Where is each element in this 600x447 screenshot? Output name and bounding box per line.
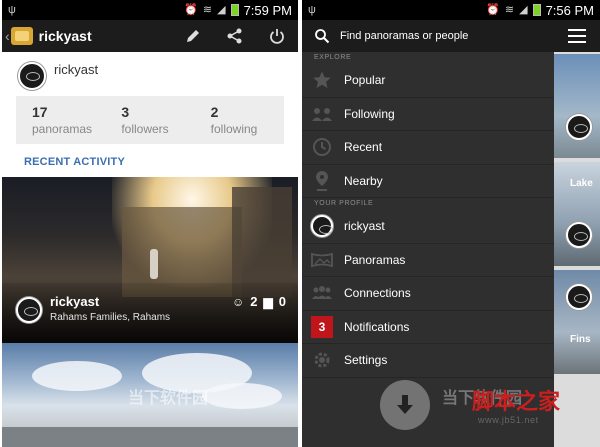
- profile-header: rickyast 17 panoramas 3 followers 2 foll…: [2, 52, 298, 177]
- connections-icon: [312, 286, 332, 300]
- comments-count: 0: [278, 294, 286, 309]
- stat-value: 3: [121, 104, 130, 120]
- up-navigation[interactable]: ‹: [2, 20, 33, 52]
- panorama-icon: [311, 252, 333, 267]
- alarm-icon: ⏰: [184, 3, 198, 16]
- menu-button[interactable]: [554, 20, 600, 52]
- activity-user: rickyast: [50, 294, 100, 309]
- nav-item-nearby[interactable]: Nearby: [302, 165, 554, 198]
- stat-panoramas[interactable]: 17 panoramas: [16, 96, 105, 144]
- tile-label: Fins: [570, 334, 591, 345]
- app-logo: [10, 27, 33, 45]
- power-icon: [270, 29, 284, 44]
- nav-label: Settings: [344, 353, 388, 368]
- signal-icon: ◢: [217, 3, 226, 16]
- nav-item-settings[interactable]: Settings: [302, 344, 554, 378]
- profile-name: rickyast: [54, 62, 99, 77]
- nav-item-profile[interactable]: rickyast: [302, 210, 554, 244]
- comment-icon[interactable]: ▆: [264, 295, 273, 309]
- section-title-recent-activity: RECENT ACTIVITY: [24, 156, 125, 168]
- activity-location: Rahams Families, Rahams: [50, 312, 171, 323]
- nav-label: Recent: [344, 140, 383, 155]
- content-behind-drawer: Lake Fins: [554, 20, 600, 447]
- profile-stats: 17 panoramas 3 followers 2 following: [16, 96, 284, 144]
- notification-badge: 3: [311, 315, 333, 338]
- nav-item-panoramas[interactable]: Panoramas: [302, 244, 554, 277]
- download-overlay: [380, 380, 430, 430]
- stat-following[interactable]: 2 following: [195, 96, 284, 144]
- clock-icon: [313, 138, 331, 157]
- stat-followers[interactable]: 3 followers: [105, 96, 194, 144]
- stat-label: following: [210, 122, 258, 136]
- site-watermark-logo: 脚本之家: [472, 389, 561, 415]
- back-icon: ‹: [5, 28, 10, 44]
- wifi-icon: ≋: [504, 3, 515, 16]
- nav-label: Panoramas: [344, 252, 406, 267]
- stat-value: 17: [32, 104, 48, 120]
- stat-label: followers: [121, 122, 169, 136]
- panorama-tile[interactable]: Fins: [554, 270, 600, 374]
- action-bar: ‹ rickyast: [2, 20, 298, 52]
- nav-label: Connections: [344, 286, 411, 301]
- panorama-tile[interactable]: [554, 54, 600, 158]
- share-button[interactable]: [214, 20, 256, 52]
- search-bar[interactable]: Find panoramas or people: [302, 20, 554, 52]
- usb-icon: ψ: [8, 3, 16, 16]
- site-watermark-url: www.jb51.net: [478, 415, 539, 425]
- share-icon: [227, 28, 242, 44]
- avatar: [566, 114, 592, 140]
- section-header-explore: EXPLORE: [314, 54, 352, 61]
- smile-icon[interactable]: ☺: [232, 295, 244, 309]
- section-header-your-profile: YOUR PROFILE: [314, 200, 374, 207]
- nav-item-popular[interactable]: Popular: [302, 64, 554, 98]
- hamburger-menu-icon: [568, 29, 586, 43]
- battery-icon: [532, 4, 541, 16]
- avatar: [566, 222, 592, 248]
- star-icon: [313, 71, 331, 89]
- activity-card[interactable]: rickyast Rahams Families, Rahams ☺ 2 ▆ 0: [2, 177, 298, 343]
- status-time: 7:59 PM: [243, 2, 292, 18]
- nav-label: Following: [344, 106, 395, 121]
- alarm-icon: ⏰: [486, 3, 500, 16]
- status-bar: ψ ⏰ ≋ ◢ 7:59 PM: [2, 0, 298, 20]
- profile-screen: ψ ⏰ ≋ ◢ 7:59 PM ‹ rickyast rickyast 17 p…: [2, 0, 298, 447]
- page-title: rickyast: [38, 28, 92, 44]
- wifi-icon: ≋: [202, 3, 213, 16]
- logout-button[interactable]: [256, 20, 298, 52]
- nav-label: Nearby: [344, 173, 383, 188]
- stat-label: panoramas: [32, 122, 93, 136]
- navigation-drawer: Find panoramas or people EXPLORE Popular: [302, 20, 554, 447]
- nav-label: Notifications: [344, 319, 410, 334]
- stat-value: 2: [210, 104, 219, 120]
- people-icon: [312, 107, 332, 121]
- watermark: 当下软件园: [128, 390, 209, 407]
- edit-pencil-icon: [187, 30, 199, 42]
- nav-item-following[interactable]: Following: [302, 98, 554, 131]
- nav-label: Popular: [344, 73, 386, 88]
- panorama-tile[interactable]: Lake: [554, 162, 600, 266]
- avatar: [311, 215, 333, 238]
- avatar: [566, 284, 592, 310]
- likes-count: 2: [250, 294, 258, 309]
- tile-label: Lake: [570, 178, 593, 189]
- search-icon: [315, 29, 330, 44]
- avatar[interactable]: [18, 62, 46, 90]
- gear-icon: [314, 352, 330, 368]
- nav-item-notifications[interactable]: 3 Notifications: [302, 311, 554, 344]
- navigation-drawer-screen: ψ ⏰ ≋ ◢ 7:56 PM Lake Fins Find panoramas…: [302, 0, 600, 447]
- avatar[interactable]: [16, 297, 42, 323]
- usb-icon: ψ: [308, 3, 316, 16]
- screenshot-composite: ψ ⏰ ≋ ◢ 7:59 PM ‹ rickyast rickyast 17 p…: [0, 0, 600, 447]
- status-bar: ψ ⏰ ≋ ◢ 7:56 PM: [302, 0, 600, 20]
- nav-item-recent[interactable]: Recent: [302, 131, 554, 165]
- signal-icon: ◢: [519, 3, 528, 16]
- edit-button[interactable]: [172, 20, 214, 52]
- status-time: 7:56 PM: [545, 2, 594, 18]
- search-placeholder: Find panoramas or people: [340, 30, 469, 42]
- download-arrow-icon: [397, 395, 413, 414]
- nav-label: rickyast: [344, 219, 385, 234]
- location-pin-icon: [316, 170, 328, 191]
- nav-item-connections[interactable]: Connections: [302, 277, 554, 311]
- battery-icon: [230, 4, 239, 16]
